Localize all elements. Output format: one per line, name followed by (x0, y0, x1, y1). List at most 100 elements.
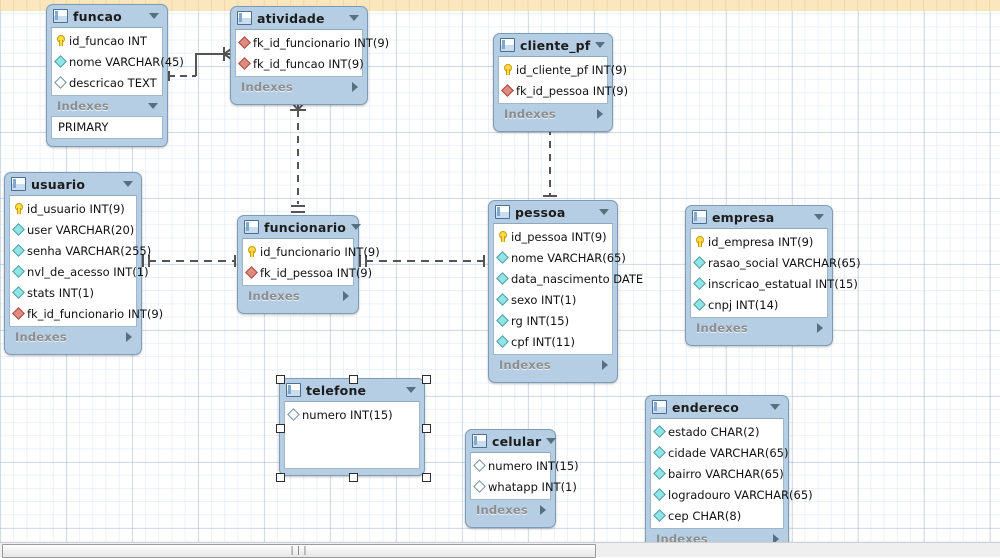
table-endereco[interactable]: endereco estado CHAR(2) cidade VARCHAR(65)… (645, 395, 813, 543)
table-header-funcao[interactable]: funcao (51, 5, 163, 27)
table-funcao[interactable]: funcao id_funcao INT nome VARCHAR(45) descr… (46, 4, 184, 147)
chevron-right-icon[interactable] (540, 505, 546, 515)
column-row[interactable]: bairro VARCHAR(65) (651, 463, 784, 484)
chevron-down-icon[interactable] (814, 214, 824, 220)
chevron-right-icon[interactable] (343, 291, 349, 301)
column-row[interactable]: descricao TEXT (52, 72, 162, 93)
table-atividade[interactable]: atividade fk_id_funcionario INT(9) fk_id_f… (230, 6, 389, 105)
chevron-right-icon[interactable] (352, 82, 358, 92)
chevron-right-icon[interactable] (126, 332, 132, 342)
table-pessoa[interactable]: pessoa id_pessoa INT(9) nome VARCHAR(65) da… (488, 200, 643, 383)
foreign-key-icon (238, 36, 251, 49)
indexes-section-celular[interactable]: Indexes (470, 500, 551, 520)
column-row[interactable]: cidade VARCHAR(65) (651, 442, 788, 463)
chevron-down-icon[interactable] (351, 224, 362, 230)
column-row[interactable]: stats INT(1) (10, 282, 136, 303)
horizontal-scrollbar-thumb[interactable]: ||| (2, 544, 596, 558)
horizontal-scrollbar[interactable]: ||| (0, 542, 1000, 558)
indexes-label: Indexes (241, 80, 293, 94)
table-cliente_pf[interactable]: cliente_pf id_cliente_pf INT(9) fk_id_pess… (493, 33, 628, 132)
table-header-cliente_pf[interactable]: cliente_pf (498, 34, 608, 56)
chevron-down-icon[interactable] (595, 42, 606, 48)
table-empresa[interactable]: empresa id_empresa INT(9) rasao_social VAR… (685, 205, 861, 346)
column-row[interactable]: senha VARCHAR(255) (10, 240, 151, 261)
indexes-label: Indexes (504, 107, 556, 121)
table-header-funcionario[interactable]: funcionario (242, 216, 362, 238)
relationship-atividade-funcionario[interactable] (284, 96, 314, 220)
table-header-endereco[interactable]: endereco (650, 396, 784, 418)
table-header-atividade[interactable]: atividade (235, 7, 363, 29)
indexes-section-atividade[interactable]: Indexes (235, 77, 363, 97)
index-row[interactable]: PRIMARY (51, 116, 163, 139)
chevron-down-icon[interactable] (599, 209, 609, 215)
chevron-down-icon[interactable] (770, 404, 780, 410)
resize-handle[interactable] (422, 424, 431, 433)
column-row[interactable]: numero INT(15) (285, 404, 419, 425)
column-row[interactable]: nvl_de_acesso INT(1) (10, 261, 149, 282)
column-row[interactable]: nome VARCHAR(65) (494, 247, 626, 268)
table-header-empresa[interactable]: empresa (690, 206, 828, 228)
column-row[interactable]: data_nascimento DATE (494, 268, 643, 289)
indexes-section-empresa[interactable]: Indexes (690, 318, 828, 338)
column-row[interactable]: fk_id_pessoa INT(9) (243, 262, 372, 283)
chevron-down-icon[interactable] (406, 387, 416, 393)
column-row[interactable]: rasao_social VARCHAR(65) (691, 252, 861, 273)
resize-handle[interactable] (349, 473, 358, 482)
column-row[interactable]: fk_id_funcionario INT(9) (10, 303, 163, 324)
indexes-section-funcao[interactable]: Indexes (51, 96, 163, 116)
resize-handle[interactable] (422, 473, 431, 482)
table-icon (11, 177, 26, 191)
column-row[interactable]: whatapp INT(1) (471, 476, 577, 497)
column-row[interactable]: estado CHAR(2) (651, 421, 783, 442)
column-row[interactable]: fk_id_funcao INT(9) (236, 53, 364, 74)
column-row[interactable]: numero INT(15) (471, 455, 579, 476)
indexes-section-endereco[interactable]: Indexes (650, 529, 784, 543)
column-row[interactable]: id_cliente_pf INT(9) (499, 59, 627, 80)
eer-diagram-canvas[interactable]: funcao id_funcao INT nome VARCHAR(45) descr… (0, 0, 1000, 543)
indexes-section-usuario[interactable]: Indexes (9, 327, 137, 347)
chevron-down-icon[interactable] (349, 15, 359, 21)
column-row[interactable]: fk_id_funcionario INT(9) (236, 32, 389, 53)
column-row[interactable]: rg INT(15) (494, 310, 612, 331)
table-usuario[interactable]: usuario id_usuario INT(9) user VARCHAR(20)… (4, 172, 163, 355)
chevron-down-icon[interactable] (148, 103, 158, 109)
table-header-usuario[interactable]: usuario (9, 173, 137, 195)
column-row[interactable]: nome VARCHAR(45) (52, 51, 184, 72)
chevron-right-icon[interactable] (597, 109, 603, 119)
column-row[interactable]: inscricao_estatual INT(15) (691, 273, 858, 294)
relationship-usuario-funcionario[interactable] (140, 250, 244, 272)
column-list: id_cliente_pf INT(9) fk_id_pessoa INT(9) (498, 56, 628, 104)
column-row[interactable]: fk_id_pessoa INT(9) (499, 80, 628, 101)
column-row[interactable]: id_funcionario INT(9) (243, 241, 380, 262)
table-funcionario[interactable]: funcionario id_funcionario INT(9) fk_id_pe… (237, 215, 380, 314)
column-row[interactable]: sexo INT(1) (494, 289, 612, 310)
resize-handle[interactable] (422, 375, 431, 384)
indexes-section-pessoa[interactable]: Indexes (493, 355, 613, 375)
column-list: id_empresa INT(9) rasao_social VARCHAR(65… (690, 228, 861, 318)
chevron-down-icon[interactable] (123, 181, 133, 187)
column-row[interactable]: cnpj INT(14) (691, 294, 827, 315)
table-header-celular[interactable]: celular (470, 430, 557, 452)
column-row[interactable]: id_usuario INT(9) (10, 198, 136, 219)
indexes-section-funcionario[interactable]: Indexes (242, 286, 354, 306)
table-celular[interactable]: celular numero INT(15) whatapp INT(1) Index… (465, 429, 579, 528)
chevron-right-icon[interactable] (602, 360, 608, 370)
resize-handle[interactable] (276, 424, 285, 433)
resize-handle[interactable] (276, 375, 285, 384)
table-telefone[interactable]: telefone numero INT(15) (276, 375, 431, 482)
resize-handle[interactable] (276, 473, 285, 482)
indexes-section-cliente_pf[interactable]: Indexes (498, 104, 608, 124)
table-header-pessoa[interactable]: pessoa (493, 201, 613, 223)
resize-handle[interactable] (349, 375, 358, 384)
column-row[interactable]: id_empresa INT(9) (691, 231, 827, 252)
column-row[interactable]: logradouro VARCHAR(65) (651, 484, 813, 505)
column-row[interactable]: cep CHAR(8) (651, 505, 783, 526)
column-row[interactable]: user VARCHAR(20) (10, 219, 136, 240)
column-row[interactable]: id_pessoa INT(9) (494, 226, 612, 247)
column-row[interactable]: cpf INT(11) (494, 331, 612, 352)
column-row[interactable]: id_funcao INT (52, 30, 162, 51)
chevron-right-icon[interactable] (817, 323, 823, 333)
column-label: cidade VARCHAR(65) (668, 445, 789, 460)
chevron-down-icon[interactable] (149, 13, 159, 19)
chevron-down-icon[interactable] (546, 438, 557, 444)
